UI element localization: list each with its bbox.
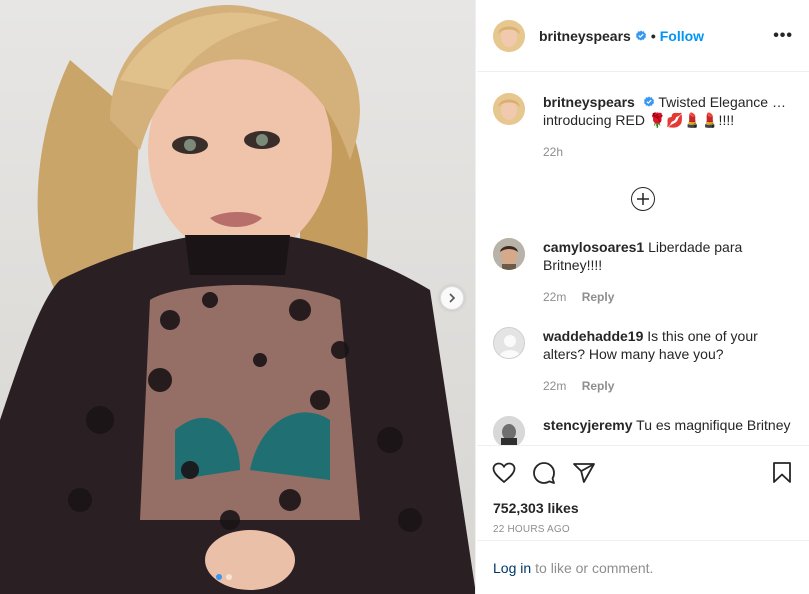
verified-badge-icon bbox=[635, 30, 646, 41]
next-slide-button[interactable] bbox=[440, 286, 464, 310]
default-avatar-icon bbox=[494, 328, 524, 358]
post-sidebar: britneyspears • Follow ••• britneyspears bbox=[477, 0, 809, 594]
follow-button[interactable]: Follow bbox=[660, 28, 704, 44]
add-circle-icon bbox=[637, 193, 649, 205]
header-separator: • bbox=[650, 27, 656, 44]
profile-photo bbox=[493, 93, 525, 125]
reply-button[interactable]: Reply bbox=[582, 379, 615, 393]
avatar[interactable] bbox=[493, 416, 525, 445]
caption-time[interactable]: 22h bbox=[543, 145, 563, 159]
reply-button[interactable]: Reply bbox=[582, 290, 615, 304]
save-button[interactable] bbox=[769, 460, 795, 486]
load-more-comments-button[interactable] bbox=[631, 187, 655, 211]
share-button[interactable] bbox=[571, 460, 597, 486]
carousel-dot bbox=[216, 574, 222, 580]
post-header: britneyspears • Follow ••• bbox=[477, 0, 809, 72]
profile-photo bbox=[493, 19, 525, 52]
comments-list[interactable]: britneyspears Twisted Elegance … introdu… bbox=[477, 72, 809, 446]
comment-button[interactable] bbox=[531, 460, 557, 486]
like-button[interactable] bbox=[491, 460, 517, 486]
more-options-icon[interactable]: ••• bbox=[773, 27, 793, 45]
chevron-right-icon bbox=[449, 293, 456, 303]
comment-item: waddehadde19 Is this one of your alters?… bbox=[493, 306, 793, 395]
login-link[interactable]: Log in bbox=[493, 560, 531, 576]
comment-text: Tu es magnifique Britney bbox=[636, 417, 791, 433]
bookmark-icon bbox=[773, 462, 791, 483]
verified-badge-icon bbox=[643, 96, 654, 107]
share-icon bbox=[573, 463, 595, 483]
action-bar bbox=[477, 446, 809, 500]
caption-username[interactable]: britneyspears bbox=[543, 94, 635, 110]
comment-icon bbox=[533, 462, 555, 484]
avatar[interactable] bbox=[493, 93, 525, 125]
comment-time: 22m bbox=[543, 379, 567, 393]
avatar[interactable] bbox=[493, 327, 525, 359]
post-photo bbox=[0, 4, 475, 594]
caption: britneyspears Twisted Elegance … introdu… bbox=[493, 72, 793, 161]
login-prompt: Log in to like or comment. bbox=[477, 540, 809, 594]
avatar[interactable] bbox=[493, 19, 525, 52]
header-username[interactable]: britneyspears bbox=[539, 28, 631, 44]
carousel-indicator bbox=[216, 574, 232, 580]
login-prompt-text: to like or comment. bbox=[535, 559, 654, 576]
post-timestamp[interactable]: 22 HOURS AGO bbox=[477, 516, 809, 535]
heart-icon bbox=[492, 462, 516, 484]
likes-count[interactable]: 752,303 likes bbox=[477, 500, 809, 516]
comment-item: camylosoares1 Liberdade para Britney!!!!… bbox=[493, 217, 793, 306]
post-image[interactable] bbox=[0, 0, 476, 594]
carousel-dot bbox=[226, 574, 232, 580]
comment-username[interactable]: camylosoares1 bbox=[543, 239, 644, 255]
comment-username[interactable]: stencyjeremy bbox=[543, 417, 633, 433]
profile-photo bbox=[493, 238, 525, 270]
avatar[interactable] bbox=[493, 238, 525, 270]
comment-time: 22m bbox=[543, 290, 567, 304]
comment-username[interactable]: waddehadde19 bbox=[543, 328, 643, 344]
profile-photo bbox=[493, 416, 525, 445]
comment-item: stencyjeremy Tu es magnifique Britney bbox=[493, 395, 793, 445]
